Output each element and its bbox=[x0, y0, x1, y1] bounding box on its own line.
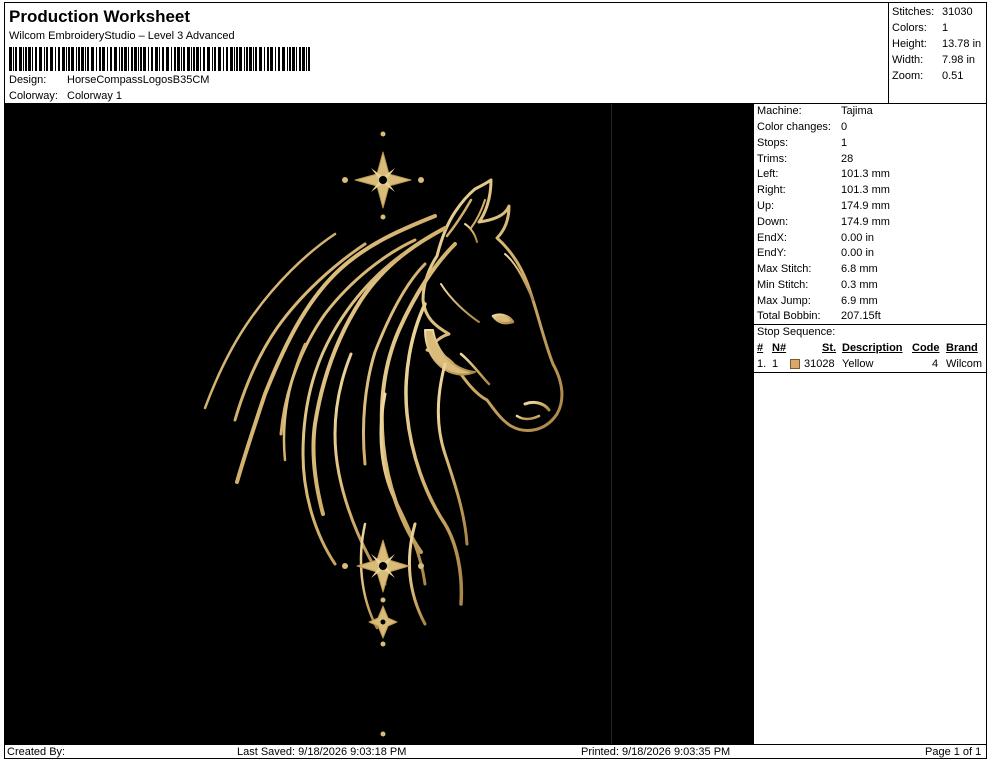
barcode-image bbox=[9, 47, 310, 71]
info-row: Trims: 28 bbox=[757, 153, 854, 165]
divider bbox=[754, 324, 986, 325]
col-header-n: N# bbox=[772, 342, 787, 354]
divider bbox=[754, 372, 986, 373]
col-header-code: Code bbox=[912, 342, 940, 354]
colorway-label: Colorway: bbox=[9, 90, 58, 102]
worksheet-footer: Created By: Last Saved: 9/18/2026 9:03:1… bbox=[5, 744, 986, 759]
summary-row: Width: 7.98 in bbox=[892, 54, 976, 66]
software-name: Wilcom EmbroideryStudio – Level 3 Advanc… bbox=[9, 30, 235, 42]
row-brand: Wilcom bbox=[946, 358, 983, 370]
top-star-ornament bbox=[342, 151, 424, 209]
printed-date: Printed: 9/18/2026 9:03:35 PM bbox=[581, 746, 731, 758]
info-row: Machine: Tajima bbox=[757, 105, 873, 117]
col-header-stitches: St. bbox=[822, 342, 837, 354]
design-value: HorseCompassLogosB35CM bbox=[67, 74, 210, 86]
small-diamond-ornament bbox=[368, 605, 398, 639]
hoop-boundary-line bbox=[611, 104, 612, 744]
info-row: Max Stitch: 6.8 mm bbox=[757, 263, 878, 275]
page-title: Production Worksheet bbox=[9, 7, 191, 26]
design-label: Design: bbox=[9, 74, 47, 86]
design-field: Design: HorseCompassLogosB35CM bbox=[9, 74, 209, 86]
info-row: Color changes: 0 bbox=[757, 121, 848, 133]
col-header-brand: Brand bbox=[946, 342, 978, 354]
info-row: Max Jump: 6.9 mm bbox=[757, 295, 878, 307]
summary-row: Height: 13.78 in bbox=[892, 38, 982, 50]
info-row: Left: 101.3 mm bbox=[757, 168, 890, 180]
row-code: 4 bbox=[932, 358, 939, 370]
thread-color-swatch bbox=[790, 359, 800, 369]
info-row: Stops: 1 bbox=[757, 137, 848, 149]
summary-row: Zoom: 0.51 bbox=[892, 70, 964, 82]
info-row: EndY: 0.00 in bbox=[757, 247, 875, 259]
info-row: EndX: 0.00 in bbox=[757, 232, 875, 244]
page-number: Page 1 of 1 bbox=[925, 746, 982, 758]
info-row: Min Stitch: 0.3 mm bbox=[757, 279, 878, 291]
col-header-num: # bbox=[757, 342, 764, 354]
horse-embroidery-artwork bbox=[203, 110, 564, 737]
col-header-description: Description bbox=[842, 342, 903, 354]
info-row: Right: 101.3 mm bbox=[757, 184, 890, 196]
row-description: Yellow bbox=[842, 358, 874, 370]
row-n: 1 bbox=[772, 358, 779, 370]
design-preview[interactable] bbox=[5, 104, 753, 744]
info-row: Down: 174.9 mm bbox=[757, 216, 890, 228]
created-by: Created By: bbox=[7, 746, 66, 758]
worksheet-header: Production Worksheet Wilcom EmbroiderySt… bbox=[5, 3, 888, 103]
row-stitches: 31028 bbox=[804, 358, 835, 370]
last-saved: Last Saved: 9/18/2026 9:03:18 PM bbox=[237, 746, 407, 758]
colorway-value: Colorway 1 bbox=[67, 90, 123, 102]
row-num: 1. bbox=[757, 358, 767, 370]
machine-info-panel: Machine: Tajima Color changes: 0 Stops: 1 T… bbox=[753, 104, 986, 744]
summary-row: Stitches: 31030 bbox=[892, 6, 973, 18]
info-row: Up: 174.9 mm bbox=[757, 200, 890, 212]
colorway-field: Colorway: Colorway 1 bbox=[9, 90, 122, 102]
stop-sequence-title: Stop Sequence: bbox=[757, 326, 836, 338]
design-summary: Stitches: 31030 Colors: 1 Height: 13.78 in … bbox=[888, 3, 986, 103]
summary-row: Colors: 1 bbox=[892, 22, 949, 34]
